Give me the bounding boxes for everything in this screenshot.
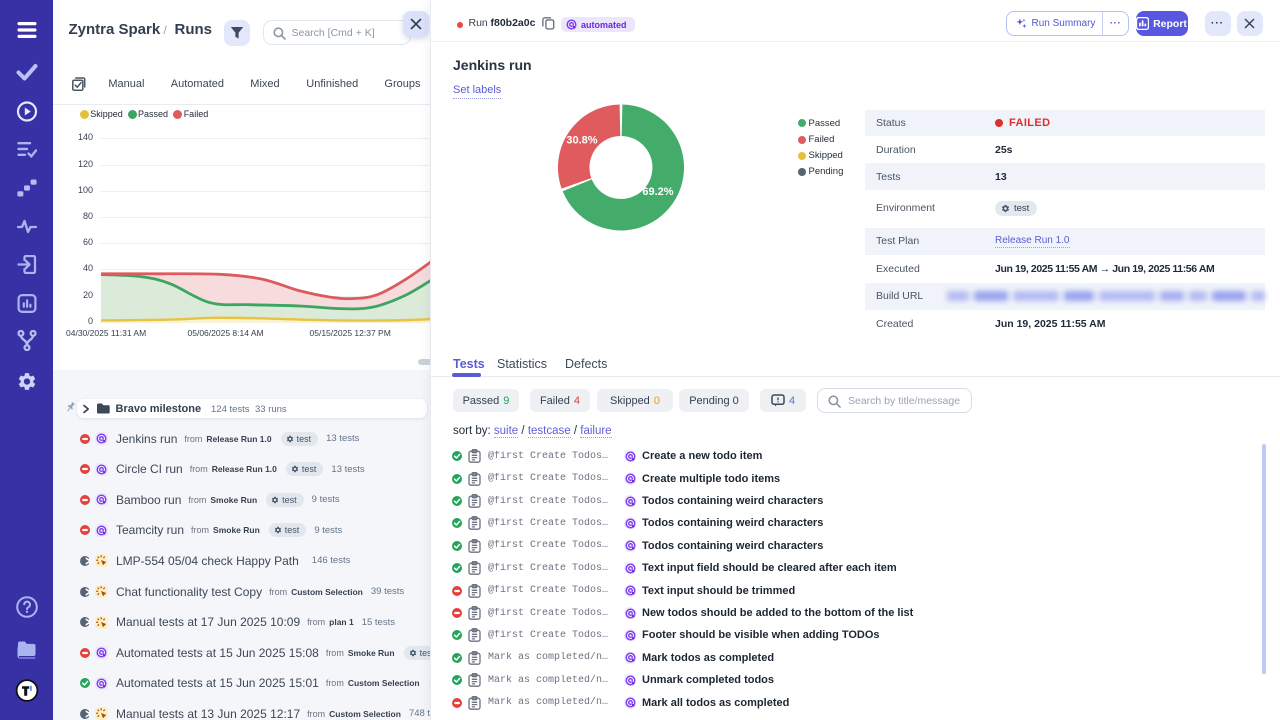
svg-text:69.2%: 69.2% xyxy=(642,186,673,198)
svg-text:30.8%: 30.8% xyxy=(566,135,597,147)
